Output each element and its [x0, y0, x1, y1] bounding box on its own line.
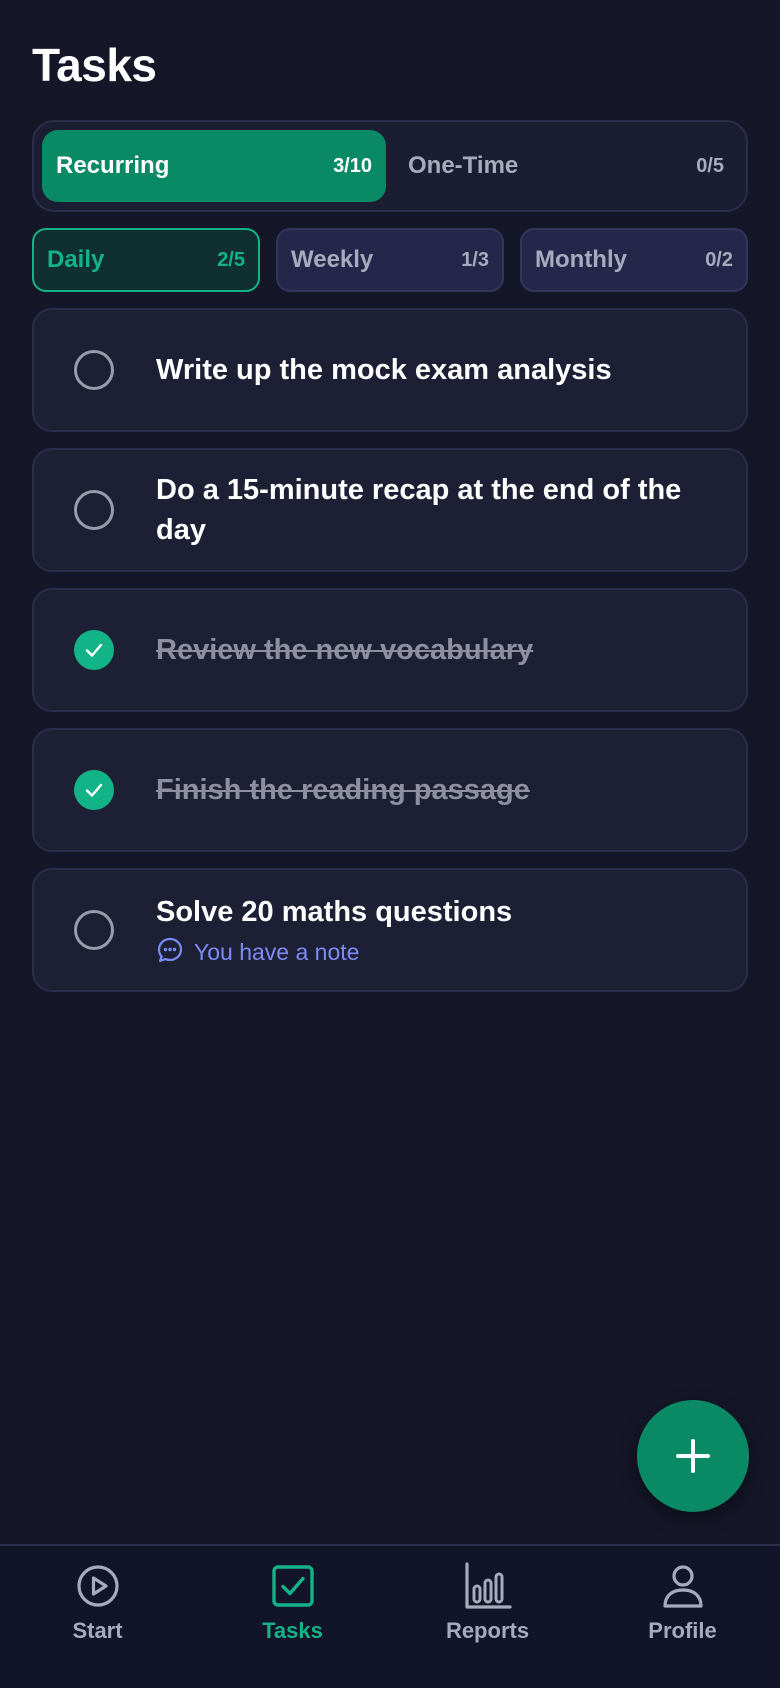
segment-recurring-count: 3/10 [333, 154, 372, 177]
note-text: You have a note [194, 938, 360, 965]
unchecked-circle-icon[interactable] [74, 910, 114, 950]
unchecked-circle-icon[interactable] [74, 490, 114, 530]
checkbox-icon [271, 1565, 314, 1607]
user-icon [662, 1565, 703, 1608]
checkmark-icon[interactable] [74, 630, 114, 670]
task-item[interactable]: Do a 15-minute recap at the end of the d… [32, 448, 748, 572]
task-item[interactable]: Finish the reading passage [32, 728, 748, 852]
nav-label-reports: Reports [445, 1618, 530, 1643]
nav-item-tasks[interactable]: Tasks [195, 1546, 390, 1688]
task-note[interactable]: You have a note [156, 936, 512, 969]
segment-one-time-label: One-Time [408, 152, 519, 179]
filter-weekly-count: 1/3 [461, 248, 489, 271]
task-list: Write up the mock exam analysis Do a 15-… [32, 308, 748, 992]
filter-daily-label: Daily [47, 246, 105, 273]
nav-label-profile: Profile [648, 1618, 717, 1643]
task-title: Solve 20 maths questions [156, 895, 513, 928]
nav-item-start[interactable]: Start [0, 1546, 195, 1688]
segment-recurring[interactable]: Recurring 3/10 [42, 130, 386, 202]
checkmark-icon[interactable] [74, 770, 114, 810]
filter-weekly-label: Weekly [291, 246, 374, 273]
filter-monthly-label: Monthly [535, 246, 627, 273]
unchecked-circle-icon[interactable] [74, 350, 114, 390]
add-task-button[interactable] [637, 1400, 749, 1512]
plus-icon [676, 1439, 710, 1473]
bottom-nav: Start Tasks Reports Profile [0, 1544, 780, 1688]
filter-monthly[interactable]: Monthly 0/2 [520, 228, 748, 292]
segment-one-time[interactable]: One-Time 0/5 [394, 130, 738, 202]
filter-monthly-count: 0/2 [705, 248, 733, 271]
page-title: Tasks [32, 39, 157, 91]
tasks-screen: Tasks Recurring 3/10 One-Time 0/5 Daily … [0, 0, 780, 1688]
task-title: Write up the mock exam analysis [156, 354, 612, 386]
nav-label-tasks: Tasks [262, 1618, 323, 1643]
nav-item-reports[interactable]: Reports [390, 1546, 585, 1688]
task-item[interactable]: Write up the mock exam analysis [32, 308, 748, 432]
bar-chart-icon [464, 1562, 512, 1609]
nav-label-start: Start [72, 1618, 123, 1643]
filter-daily[interactable]: Daily 2/5 [32, 228, 260, 292]
segment-recurring-label: Recurring [56, 152, 170, 179]
frequency-filter: Daily 2/5 Weekly 1/3 Monthly 0/2 [32, 228, 748, 292]
task-title: Finish the reading passage [156, 774, 530, 806]
task-item[interactable]: Solve 20 maths questions You have a note [32, 868, 748, 992]
filter-weekly[interactable]: Weekly 1/3 [276, 228, 504, 292]
play-circle-icon [76, 1565, 119, 1607]
task-item[interactable]: Review the new vocabulary [32, 588, 748, 712]
filter-daily-count: 2/5 [217, 248, 245, 271]
nav-item-profile[interactable]: Profile [585, 1546, 780, 1688]
task-title: Review the new vocabulary [156, 634, 534, 666]
segment-one-time-count: 0/5 [696, 154, 724, 177]
task-type-segment: Recurring 3/10 One-Time 0/5 [32, 120, 748, 212]
chat-bubble-icon [156, 936, 184, 969]
task-title: Do a 15-minute recap at the end of the d… [156, 474, 682, 546]
